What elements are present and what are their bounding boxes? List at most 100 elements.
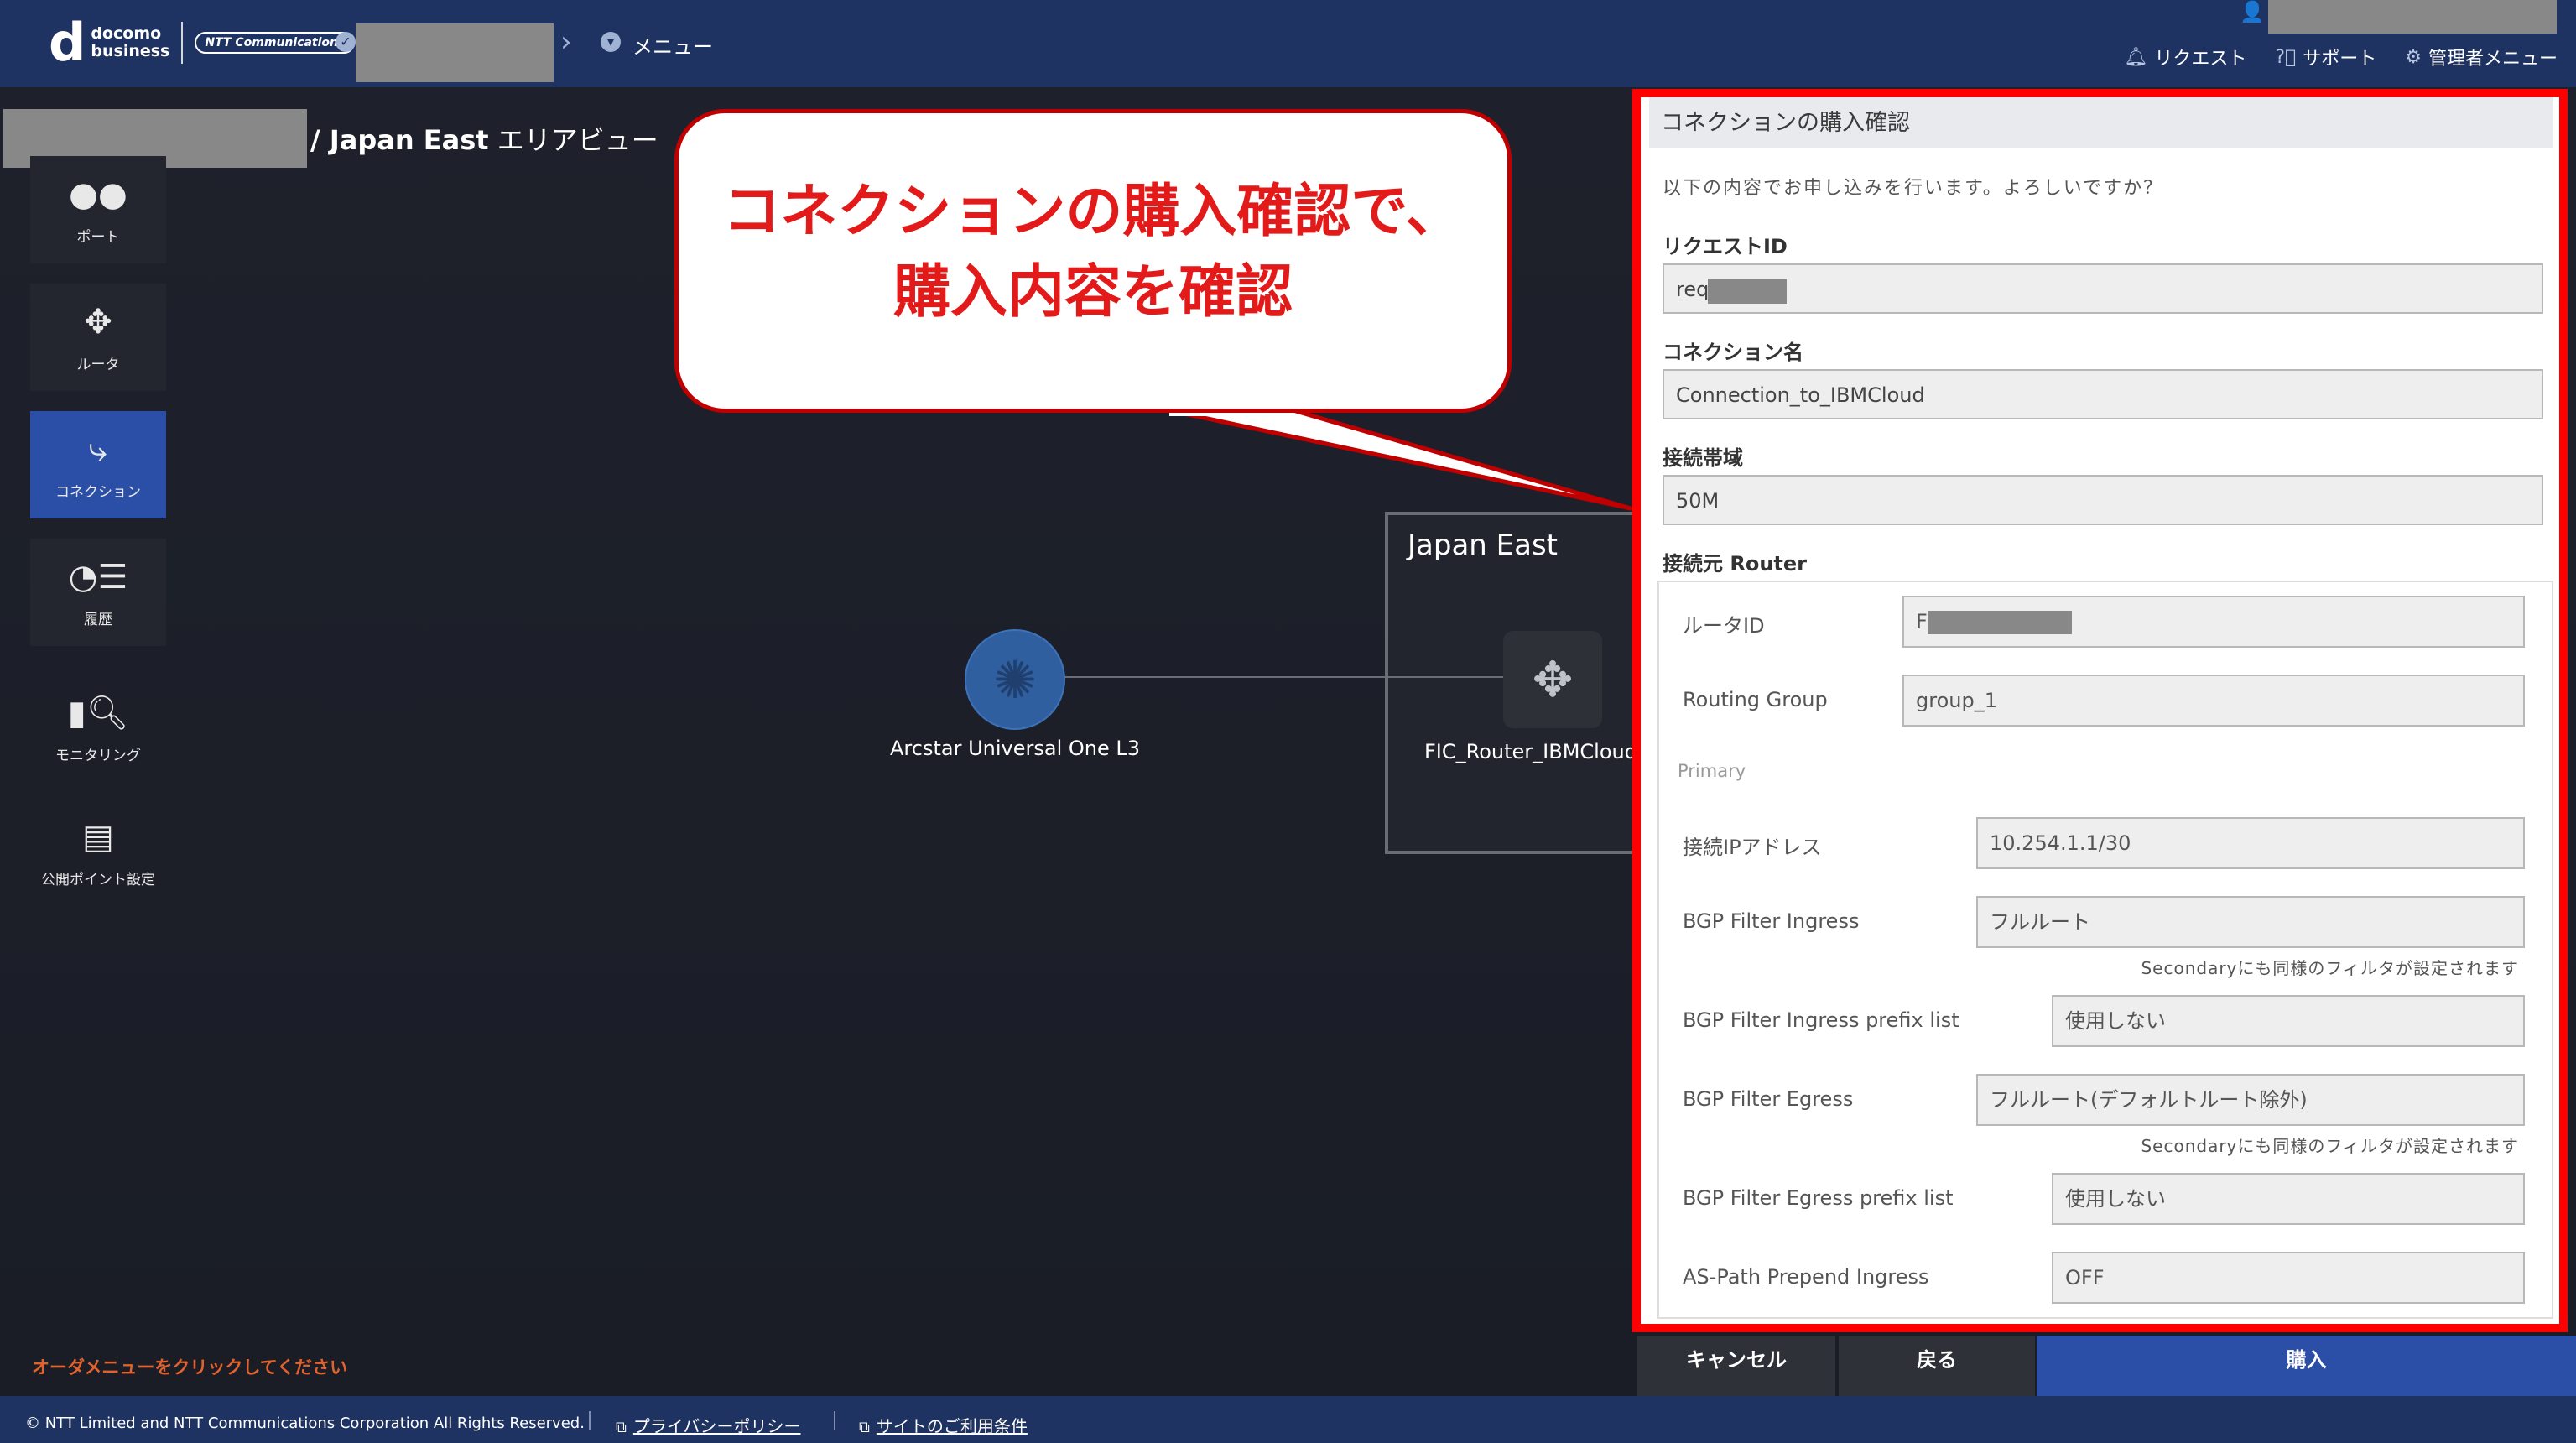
callout-pointer [1164,409,1633,511]
redacted-request-id [1708,279,1787,304]
bgp-egress-prefix-field: 使用しない [2052,1173,2525,1225]
port-icon: ●● [69,175,127,214]
connection-name-label: コネクション名 [1663,341,1803,364]
request-id-field: req [1663,263,2543,314]
connection-name-field: Connection_to_IBMCloud [1663,369,2543,419]
user-icon[interactable]: 👤 [2238,0,2266,23]
routing-group-field: group_1 [1902,675,2525,727]
dialog-title: コネクションの購入確認 [1661,110,1910,136]
region-title: Japan East [1408,529,1558,562]
node-label-arcstar: Arcstar Universal One L3 [890,737,1140,760]
network-globe-icon[interactable]: ✺ [965,629,1065,730]
router-id-label: ルータID [1683,614,1765,638]
primary-section-label: Primary [1678,761,1746,781]
bgp-egress-field: フルルート(デフォルトルート除外) [1976,1074,2525,1126]
terms-link[interactable]: ⧉ サイトのご利用条件 [859,1413,1028,1437]
source-router-label: 接続元 Router [1663,552,1807,576]
logo-line1: docomo [91,24,162,43]
footer-divider [589,1411,591,1430]
bgp-ingress-label: BGP Filter Ingress [1683,909,1860,933]
help-icon: ?⃝ [2275,46,2297,68]
copyright-text: © NTT Limited and NTT Communications Cor… [25,1414,585,1432]
breadcrumb-area: / Japan East [310,124,489,156]
cancel-button[interactable]: キャンセル [1637,1336,1835,1396]
ip-address-label: 接続IPアドレス [1683,836,1822,859]
sidebar-item-history[interactable]: ◔☰ 履歴 [30,539,166,646]
annotation-line2: 購入内容を確認 [892,259,1293,326]
check-circle-icon: ✓ [336,32,356,52]
monitoring-icon: ▮🔍︎ [67,693,129,732]
routing-group-label: Routing Group [1683,688,1828,711]
bgp-egress-note: Secondaryにも同様のフィルタが設定されます [2141,1136,2519,1156]
gear-icon: ⚙ [2405,46,2422,68]
request-link[interactable]: 🔔︎ リクエスト [2124,44,2246,70]
bandwidth-field: 50M [1663,475,2543,525]
router-id-value: F [1916,610,1928,633]
bgp-ingress-note: Secondaryにも同様のフィルタが設定されます [2141,958,2519,978]
sidebar-item-label: 公開ポイント設定 [41,871,155,888]
request-id-label: リクエストID [1663,235,1788,258]
admin-menu-label: 管理者メニュー [2428,49,2558,70]
history-icon: ◔☰ [68,557,128,596]
menu-dropdown-icon[interactable]: ▾ [601,32,621,52]
sidebar-item-label: モニタリング [55,747,141,764]
annotation-text: コネクションの購入確認で、 購入内容を確認 [674,172,1512,333]
bgp-egress-label: BGP Filter Egress [1683,1087,1854,1111]
public-point-icon: ▤ [82,817,114,857]
chevron-right-icon: › [560,25,572,59]
breadcrumb-view: エリアビュー [488,124,658,156]
aspath-prepend-field: OFF [2052,1252,2525,1304]
logo-line2: business [91,42,170,60]
connection-line[interactable] [1064,676,1550,678]
sidebar-item-label: コネクション [55,483,141,501]
sidebar-item-public-point[interactable]: ▤ 公開ポイント設定 [30,799,166,906]
header-links: 🔔︎ リクエスト ?⃝ サポート ⚙ 管理者メニュー [2124,44,2558,70]
support-link[interactable]: ?⃝ サポート [2275,44,2376,70]
top-header: d docomo business NTT Communications ✓ ›… [0,0,2576,87]
sidebar-item-label: ルータ [76,356,120,373]
privacy-policy-label: プライバシーポリシー [632,1416,801,1436]
admin-menu-link[interactable]: ⚙ 管理者メニュー [2405,44,2558,70]
dialog-message: 以下の内容でお申し込みを行います。よろしいですか？ [1663,178,2164,199]
privacy-policy-link[interactable]: ⧉ プライバシーポリシー [616,1413,800,1437]
sidebar-item-label: 履歴 [84,611,112,628]
bgp-ingress-prefix-field: 使用しない [2052,995,2525,1047]
docomo-business-logo[interactable]: d docomo business NTT Communications [49,12,356,73]
external-link-icon: ⧉ [859,1419,870,1436]
footer: © NTT Limited and NTT Communications Cor… [0,1396,2576,1443]
external-link-icon: ⧉ [616,1419,627,1436]
sidebar-item-connection[interactable]: ⤷ コネクション [30,411,166,518]
connection-icon: ⤷ [88,430,108,469]
redacted-tenant-name [356,23,554,82]
router-node-icon[interactable]: ✥ [1503,631,1602,728]
router-icon: ✥ [84,302,112,341]
bgp-egress-prefix-label: BGP Filter Egress prefix list [1683,1186,1954,1210]
footer-divider [834,1411,835,1430]
logo-mark: d [49,12,86,73]
ip-address-field: 10.254.1.1/30 [1976,817,2525,869]
terms-label: サイトのご利用条件 [876,1416,1028,1436]
back-button[interactable]: 戻る [1839,1336,2035,1396]
logo-wordmark: docomo business [91,25,169,60]
request-label: リクエスト [2154,49,2247,70]
sidebar-item-router[interactable]: ✥ ルータ [30,284,166,391]
annotation-line1: コネクションの購入確認で、 [723,179,1463,245]
request-id-value: req [1676,278,1710,301]
logo-divider [181,22,184,64]
purchase-button[interactable]: 購入 [2037,1336,2576,1396]
sidebar-item-port[interactable]: ●● ポート [30,156,166,263]
bandwidth-label: 接続帯域 [1663,446,1743,470]
redacted-user-name [2268,0,2557,34]
sidebar-item-monitoring[interactable]: ▮🔍︎ モニタリング [30,675,166,782]
breadcrumb: / Japan East エリアビュー [310,119,658,158]
menu-button[interactable]: メニュー [632,30,713,60]
sidebar-item-label: ポート [76,228,120,246]
support-label: サポート [2303,49,2377,70]
ntt-logo: NTT Communications [195,32,356,54]
aspath-prepend-label: AS-Path Prepend Ingress [1683,1265,1929,1289]
order-hint: オーダメニューをクリックしてください [32,1357,348,1378]
bell-icon: 🔔︎ [2124,46,2148,68]
bgp-ingress-prefix-label: BGP Filter Ingress prefix list [1683,1008,1959,1032]
bgp-ingress-field: フルルート [1976,896,2525,948]
redacted-router-id [1928,611,2072,634]
